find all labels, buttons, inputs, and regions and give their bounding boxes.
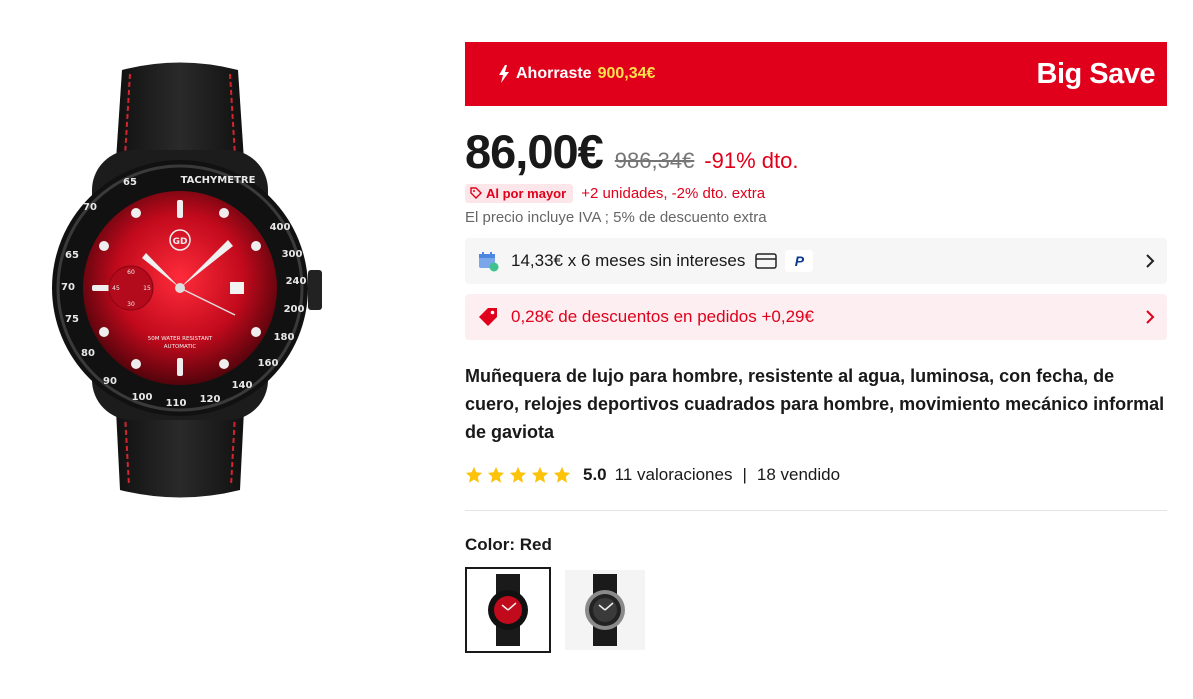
wholesale-text: +2 unidades, -2% dto. extra [581, 184, 766, 202]
watch-logo: GD [173, 237, 188, 247]
star-icon [465, 466, 483, 483]
wholesale-row: Al por mayor +2 unidades, -2% dto. extra [465, 182, 1167, 204]
separator: | [742, 465, 747, 484]
color-value: Red [519, 535, 552, 554]
discount-percent: -91% dto. [704, 148, 799, 173]
svg-text:65: 65 [123, 177, 137, 188]
star-icon [531, 466, 549, 483]
installments-row[interactable]: 14,33€ x 6 meses sin intereses P [465, 238, 1167, 284]
svg-text:60: 60 [127, 269, 135, 276]
big-save-label: Big Save [1036, 57, 1156, 90]
swatch-red[interactable] [465, 567, 551, 653]
bezel-label: TACHYMETRE [181, 175, 256, 186]
red-watch-thumbnail [488, 574, 528, 646]
svg-text:70: 70 [61, 282, 75, 293]
coupon-text: 0,28€ de descuentos en pedidos +0,29€ [511, 307, 814, 326]
svg-text:75: 75 [65, 314, 79, 325]
installments-text: 14,33€ x 6 meses sin intereses [511, 251, 746, 270]
original-price: 986,34€ [614, 148, 695, 173]
svg-text:240: 240 [286, 276, 307, 287]
divider [465, 510, 1167, 511]
watch-illustration: TACHYMETRE 400 300 240 200 180 160 140 1… [52, 62, 322, 498]
rating-score: 5.0 [583, 465, 607, 484]
coupon-row[interactable]: 0,28€ de descuentos en pedidos +0,29€ [465, 294, 1167, 340]
product-main-image[interactable]: TACHYMETRE 400 300 240 200 180 160 140 1… [30, 50, 330, 510]
wholesale-tag-label: Al por mayor [486, 185, 567, 201]
dial-text-2: AUTOMATIC [164, 344, 197, 350]
star-icon [553, 466, 571, 483]
color-swatches [465, 567, 1167, 653]
color-selector-label: Color: Red [465, 535, 1167, 555]
color-label: Color: [465, 535, 516, 554]
paypal-icon: P [785, 250, 814, 272]
wholesale-tag: Al por mayor [465, 183, 574, 203]
product-info: Ahorraste 900,34€ Big Save 86,00€ 986,34… [465, 42, 1167, 653]
calendar-payment-icon [479, 252, 499, 272]
star-icon [509, 466, 527, 483]
svg-text:140: 140 [232, 380, 253, 391]
svg-text:30: 30 [127, 301, 135, 308]
rating-row[interactable]: 5.0 11 valoraciones | 18 vendido [465, 463, 1167, 487]
review-count[interactable]: 11 valoraciones [615, 465, 733, 485]
svg-text:160: 160 [258, 358, 279, 369]
product-title: Muñequera de lujo para hombre, resistent… [465, 366, 1165, 442]
sold-count: 18 vendido [756, 465, 841, 484]
credit-card-icon [755, 253, 778, 269]
coupon-tag-icon [479, 308, 497, 326]
black-watch-thumbnail [585, 574, 625, 646]
svg-text:110: 110 [166, 398, 187, 409]
savings-amount: 900,34€ [597, 65, 656, 82]
svg-text:200: 200 [284, 304, 305, 315]
lightning-icon [499, 65, 509, 83]
svg-text:100: 100 [132, 392, 153, 403]
svg-text:120: 120 [200, 394, 221, 405]
chevron-right-icon[interactable] [1145, 254, 1155, 268]
star-rating [465, 466, 571, 484]
svg-text:400: 400 [270, 222, 291, 233]
svg-text:65: 65 [65, 250, 79, 261]
star-icon [487, 466, 505, 483]
vat-note: El precio incluye IVA ; 5% de descuento … [465, 209, 767, 226]
current-price: 86,00€ [465, 125, 604, 178]
chevron-right-icon[interactable] [1145, 310, 1155, 324]
tag-icon [470, 187, 482, 199]
svg-text:80: 80 [81, 348, 95, 359]
swatch-black[interactable] [565, 570, 645, 650]
svg-text:300: 300 [282, 249, 303, 260]
savings-info: Ahorraste 900,34€ [498, 65, 655, 83]
svg-text:70: 70 [83, 202, 97, 213]
price-row: 86,00€ 986,34€ -91% dto. [465, 124, 1167, 178]
svg-text:180: 180 [274, 332, 295, 343]
big-save-banner: Ahorraste 900,34€ Big Save [465, 42, 1167, 106]
svg-text:15: 15 [143, 285, 151, 292]
dial-text-1: 50M WATER RESISTANT [148, 336, 213, 342]
savings-label: Ahorraste [516, 65, 592, 82]
svg-text:45: 45 [112, 285, 120, 292]
svg-text:90: 90 [103, 376, 117, 387]
